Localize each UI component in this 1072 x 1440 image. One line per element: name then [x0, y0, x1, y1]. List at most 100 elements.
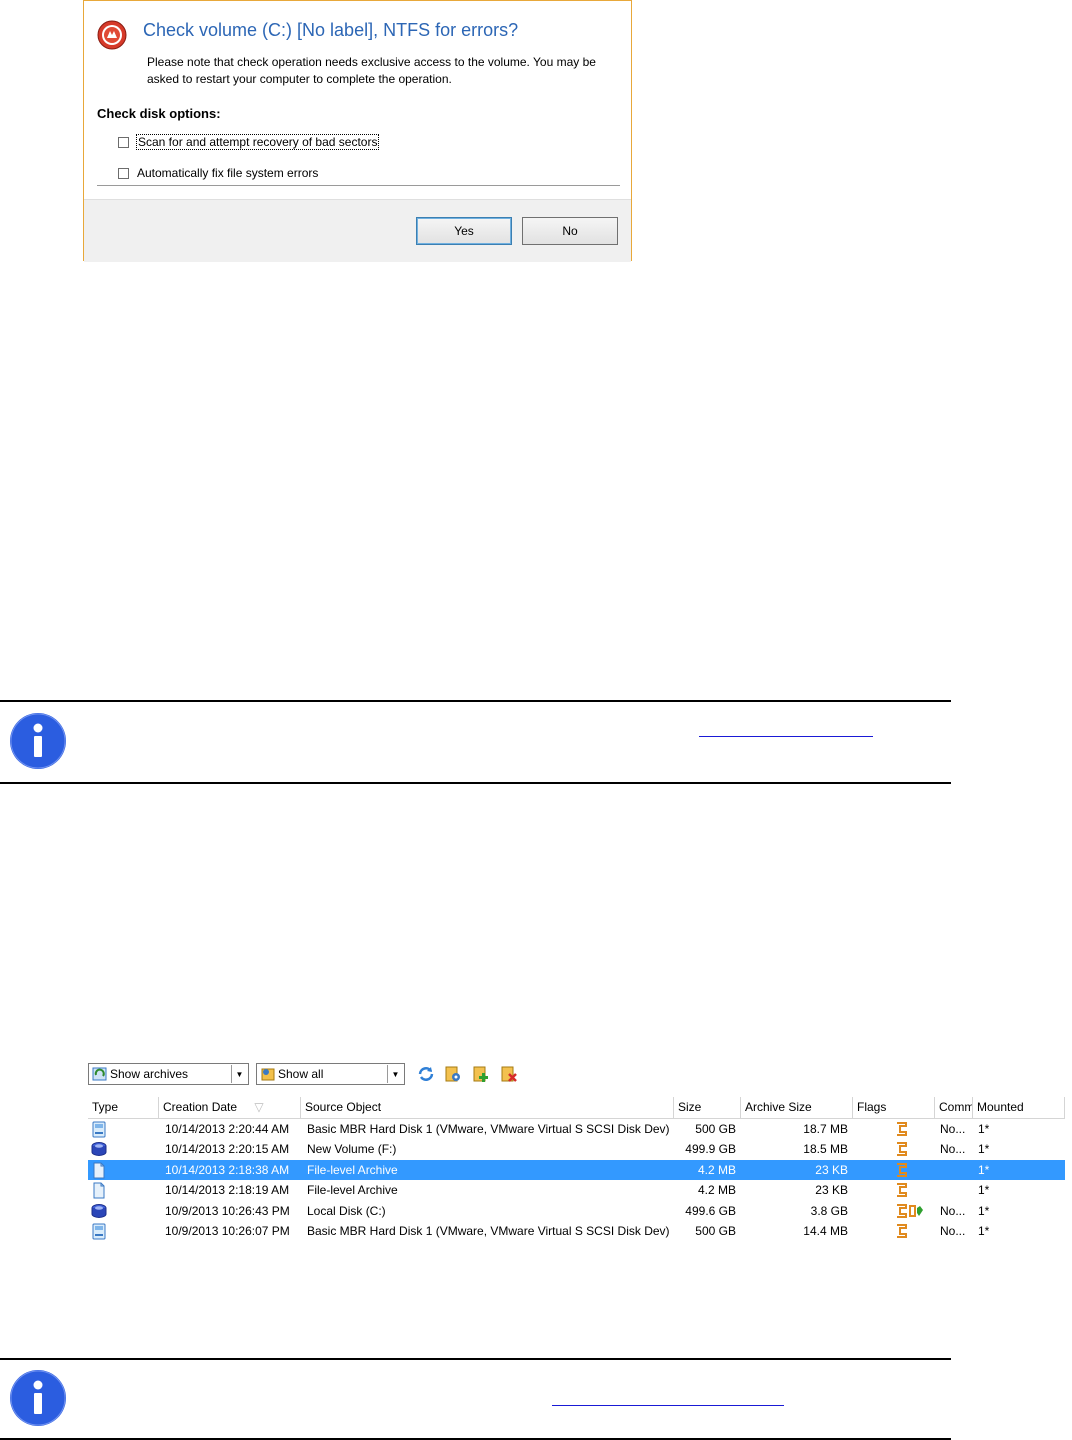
- show-all-combo[interactable]: Show all ▼: [256, 1063, 405, 1085]
- info-note-1: [0, 700, 951, 784]
- disk-archive-icon: [92, 1121, 106, 1138]
- row-size: 500 GB: [695, 1122, 736, 1136]
- info-icon: [10, 1370, 66, 1426]
- row-creation-date: 10/9/2013 10:26:07 PM: [165, 1224, 290, 1238]
- row-creation-date: 10/9/2013 10:26:43 PM: [165, 1203, 290, 1218]
- row-size: 499.9 GB: [685, 1142, 736, 1157]
- column-comment[interactable]: Comm: [935, 1097, 973, 1118]
- row-mounted: 1*: [978, 1162, 990, 1177]
- column-creation-date[interactable]: Creation Date ▽: [159, 1097, 301, 1118]
- row-creation-date: 10/14/2013 2:18:19 AM: [165, 1183, 290, 1198]
- chevron-down-icon[interactable]: ▼: [387, 1065, 403, 1083]
- row-comment: [940, 1160, 974, 1180]
- show-archives-combo[interactable]: Show archives ▼: [88, 1063, 249, 1085]
- row-creation-date: 10/14/2013 2:20:44 AM: [165, 1122, 290, 1136]
- bad-sectors-label[interactable]: Scan for and attempt recovery of bad sec…: [135, 134, 380, 150]
- row-archive-size: 3.8 GB: [810, 1203, 848, 1218]
- row-flags: [895, 1141, 935, 1161]
- row-creation-date: 10/14/2013 2:18:38 AM: [165, 1162, 290, 1177]
- options-heading: Check disk options:: [97, 106, 221, 121]
- bad-sectors-option[interactable]: Scan for and attempt recovery of bad sec…: [118, 134, 380, 150]
- archive-flag-icon: [897, 1142, 907, 1157]
- column-mounted[interactable]: Mounted: [973, 1097, 1065, 1118]
- show-archives-value: Show archives: [110, 1067, 189, 1081]
- volume-archive-icon: [91, 1142, 107, 1157]
- row-size: 499.6 GB: [685, 1203, 736, 1218]
- row-size: 4.2 MB: [697, 1183, 736, 1198]
- info-link-underline-1[interactable]: [699, 736, 873, 737]
- row-size: 4.2 MB: [697, 1162, 736, 1177]
- column-type[interactable]: Type: [88, 1097, 159, 1118]
- volume-archive-icon: [91, 1203, 107, 1218]
- row-archive-size: 23 KB: [815, 1183, 848, 1198]
- archive-flag-icon: [897, 1162, 907, 1177]
- fix-errors-label[interactable]: Automatically fix file system errors: [137, 166, 318, 180]
- disk-archive-icon: [92, 1223, 106, 1240]
- row-flags: [895, 1182, 935, 1202]
- row-comment: No...: [940, 1224, 966, 1238]
- row-archive-size: 18.7 MB: [803, 1122, 848, 1136]
- row-comment: No...: [940, 1142, 966, 1157]
- row-source-object: Basic MBR Hard Disk 1 (VMware, VMware Vi…: [307, 1122, 670, 1136]
- dialog-note: Please note that check operation needs e…: [147, 55, 596, 86]
- info-note-2: [0, 1358, 951, 1440]
- row-flags: [895, 1162, 935, 1182]
- archive-flag-icon: [897, 1122, 907, 1136]
- options-separator: [97, 185, 620, 186]
- row-source-object: File-level Archive: [307, 1183, 398, 1198]
- column-archive-size[interactable]: Archive Size: [741, 1097, 853, 1118]
- column-source-object[interactable]: Source Object: [301, 1097, 674, 1118]
- column-size[interactable]: Size: [674, 1097, 741, 1118]
- info-link-underline-2[interactable]: [552, 1405, 784, 1406]
- row-archive-size: 14.4 MB: [803, 1224, 848, 1238]
- archive-flag-icon: [897, 1183, 907, 1198]
- info-icon: [10, 713, 66, 769]
- row-comment: [940, 1180, 974, 1200]
- row-source-object: New Volume (F:): [307, 1142, 397, 1157]
- row-flags: [895, 1223, 935, 1243]
- row-mounted: 1*: [978, 1122, 990, 1136]
- fix-errors-checkbox[interactable]: [118, 167, 129, 179]
- dialog-footer: Yes No: [84, 199, 631, 262]
- table-row[interactable]: 10/9/2013 10:26:43 PM Local Disk (C:) 499.…: [88, 1201, 1065, 1221]
- chevron-down-icon[interactable]: ▼: [231, 1065, 247, 1083]
- row-source-object: Local Disk (C:): [307, 1203, 386, 1218]
- table-row[interactable]: 10/14/2013 2:20:15 AM New Volume (F:) 499.…: [88, 1139, 1065, 1159]
- row-mounted: 1*: [978, 1224, 990, 1238]
- refresh-icon[interactable]: [417, 1065, 435, 1083]
- fix-errors-option[interactable]: Automatically fix file system errors: [118, 165, 318, 181]
- table-row[interactable]: 10/9/2013 10:26:07 PM Basic MBR Hard Disk…: [88, 1221, 1065, 1241]
- file-archive-icon: [93, 1182, 105, 1199]
- check-volume-dialog: Check volume (C:) [No label], NTFS for e…: [83, 0, 632, 262]
- show-all-filter-icon: [261, 1068, 275, 1081]
- dialog-title: Check volume (C:) [No label], NTFS for e…: [143, 20, 519, 40]
- warning-shield-icon: [97, 20, 127, 50]
- archive-properties-icon[interactable]: [444, 1065, 462, 1083]
- yes-button[interactable]: Yes: [416, 217, 512, 245]
- archive-filter-icon: [92, 1067, 107, 1081]
- row-size: 500 GB: [695, 1224, 736, 1238]
- row-comment: No...: [940, 1203, 966, 1218]
- delete-archive-icon[interactable]: [500, 1065, 518, 1083]
- column-creation-date-label: Creation Date: [163, 1100, 238, 1114]
- column-flags[interactable]: Flags: [853, 1097, 935, 1118]
- row-mounted: 1*: [978, 1203, 990, 1218]
- row-comment: No...: [940, 1122, 966, 1136]
- bad-sectors-checkbox[interactable]: [118, 136, 129, 148]
- row-archive-size: 23 KB: [815, 1162, 848, 1177]
- row-archive-size: 18.5 MB: [803, 1142, 848, 1157]
- file-archive-icon: [93, 1162, 105, 1179]
- archive-flag-icon: [897, 1224, 907, 1238]
- mounted-flag-icon: [909, 1204, 923, 1217]
- table-row[interactable]: 10/14/2013 2:18:19 AM File-level Archive 4…: [88, 1180, 1065, 1200]
- no-button[interactable]: No: [522, 217, 618, 245]
- table-row[interactable]: 10/14/2013 2:20:44 AM Basic MBR Hard Disk…: [88, 1119, 1065, 1139]
- show-all-value: Show all: [278, 1067, 324, 1081]
- sort-descending-icon: ▽: [254, 1100, 264, 1114]
- row-flags: [895, 1121, 935, 1141]
- row-mounted: 1*: [978, 1183, 990, 1198]
- table-row[interactable]: 10/14/2013 2:18:38 AM File-level Archive 4…: [88, 1159, 1065, 1182]
- row-source-object: File-level Archive: [307, 1162, 398, 1177]
- row-source-object: Basic MBR Hard Disk 1 (VMware, VMware Vi…: [307, 1224, 670, 1238]
- add-archive-icon[interactable]: [472, 1065, 490, 1083]
